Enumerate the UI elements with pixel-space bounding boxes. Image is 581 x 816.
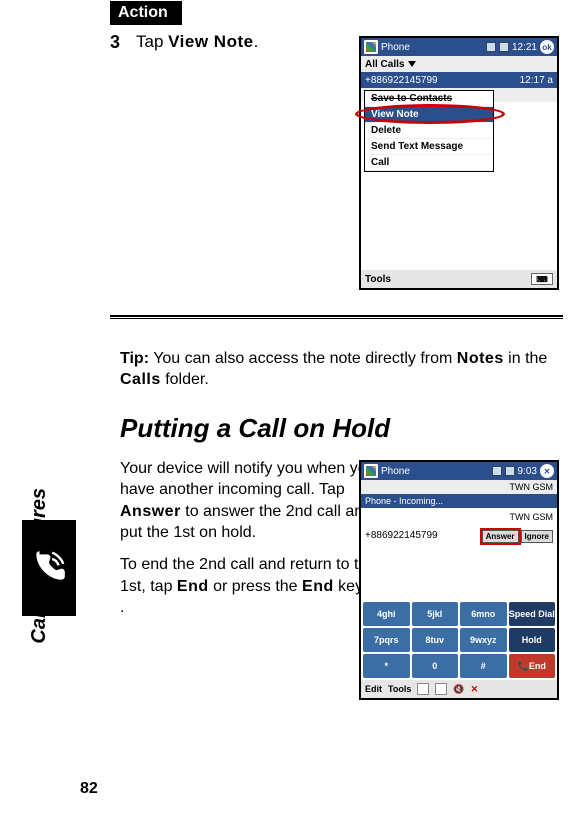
clock: 12:21 <box>512 42 537 53</box>
key-0[interactable]: 0 <box>412 654 459 678</box>
carrier-row-2: TWN GSM <box>361 508 557 526</box>
screen2-footer: Edit Tools 🔇 ✕ <box>361 680 557 698</box>
hold-p1a: Your device will notify you when you hav… <box>120 460 376 499</box>
system-tray: 12:21 ok <box>486 40 554 54</box>
key-5[interactable]: 5jkl <box>412 602 459 626</box>
key-6[interactable]: 6mno <box>460 602 507 626</box>
hold-p2f: . <box>120 599 124 616</box>
ignore-button[interactable]: Ignore <box>521 530 553 543</box>
keyboard-icon[interactable]: ⌨ <box>531 273 553 285</box>
signal-icon-2 <box>492 466 502 476</box>
step-text: Tap View Note. <box>136 32 258 52</box>
carrier-row: TWN GSM <box>361 480 557 494</box>
section-divider <box>110 315 563 319</box>
speaker-icon <box>499 42 509 52</box>
tip-t1: You can also access the note directly fr… <box>149 350 457 367</box>
hold-answer: Answer <box>120 503 181 520</box>
footer-icon-2[interactable] <box>435 683 447 695</box>
manual-page: Action 3 Tap View Note. Phone 12:21 ok A… <box>0 0 581 816</box>
clock-2: 9:03 <box>518 466 537 477</box>
key-8[interactable]: 8tuv <box>412 628 459 652</box>
device-screenshot-1: Phone 12:21 ok All Calls +886922145799 1… <box>359 36 559 290</box>
key-7[interactable]: 7pqrs <box>363 628 410 652</box>
key-4[interactable]: 4ghi <box>363 602 410 626</box>
hold-end2: End <box>302 578 334 595</box>
keypad: 4ghi 5jkl 6mno Speed Dial 7pqrs 8tuv 9wx… <box>361 600 557 680</box>
action-header: Action <box>110 1 182 25</box>
start-icon[interactable] <box>364 40 378 54</box>
tip-calls: Calls <box>120 371 161 388</box>
incoming-banner: Phone - Incoming... <box>361 494 557 508</box>
action-header-row: Action <box>110 0 563 26</box>
tip-label: Tip: <box>120 350 149 367</box>
speaker-icon-2 <box>505 466 515 476</box>
menu-save-contacts[interactable]: Save to Contacts <box>365 91 493 107</box>
incoming-number: +886922145799 <box>365 530 438 541</box>
incoming-number-row: +886922145799 Answer Ignore <box>361 526 557 573</box>
hold-text: Your device will notify you when you hav… <box>120 458 390 619</box>
footer-icon-1[interactable] <box>417 683 429 695</box>
call-time: 12:17 a <box>520 75 553 86</box>
key-end-label: End <box>529 661 546 671</box>
step-number: 3 <box>110 32 136 53</box>
footer-close-icon[interactable]: ✕ <box>471 684 479 695</box>
menu-call[interactable]: Call <box>365 155 493 171</box>
tip-t3: folder. <box>161 371 209 388</box>
step-text-pre: Tap <box>136 32 168 51</box>
dropdown-icon <box>408 61 416 67</box>
call-number: +886922145799 <box>365 75 438 86</box>
carrier-label: TWN GSM <box>510 482 554 492</box>
app-title: Phone <box>381 42 410 53</box>
key-end[interactable]: 📞 End <box>509 654 556 678</box>
signal-icon <box>486 42 496 52</box>
menu-send-text[interactable]: Send Text Message <box>365 139 493 155</box>
titlebar: Phone 12:21 ok <box>361 38 557 56</box>
answer-ignore-group: Answer Ignore <box>482 530 553 543</box>
start-icon-2[interactable] <box>364 464 378 478</box>
hold-p1: Your device will notify you when you hav… <box>120 458 390 544</box>
tip-notes: Notes <box>457 350 504 367</box>
context-menu: Save to Contacts View Note Delete Send T… <box>364 90 494 172</box>
carrier-label-2: TWN GSM <box>510 512 554 522</box>
system-tray-2: 9:03 ✕ <box>492 464 554 478</box>
footer-edit[interactable]: Edit <box>365 684 382 694</box>
close-button-2[interactable]: ✕ <box>540 464 554 478</box>
filter-row[interactable]: All Calls <box>361 56 557 72</box>
answer-button[interactable]: Answer <box>482 530 519 543</box>
key-hash[interactable]: # <box>460 654 507 678</box>
hold-p2: To end the 2nd call and return to the 1s… <box>120 554 390 619</box>
titlebar-2: Phone 9:03 ✕ <box>361 462 557 480</box>
tip-paragraph: Tip: You can also access the note direct… <box>120 349 563 391</box>
filter-label: All Calls <box>365 59 404 70</box>
page-number: 82 <box>80 780 98 798</box>
step-text-post: . <box>254 32 259 51</box>
footer-mute-icon[interactable]: 🔇 <box>453 684 464 695</box>
phone-icon <box>30 548 68 586</box>
footer-tools[interactable]: Tools <box>365 274 391 285</box>
key-9[interactable]: 9wxyz <box>460 628 507 652</box>
menu-view-note[interactable]: View Note <box>365 107 493 123</box>
section-heading: Putting a Call on Hold <box>120 413 563 444</box>
hold-p2c: or press the <box>209 578 302 595</box>
step-bold: View Note <box>168 32 253 51</box>
menu-delete[interactable]: Delete <box>365 123 493 139</box>
key-speed-dial[interactable]: Speed Dial <box>509 602 556 626</box>
ok-button[interactable]: ok <box>540 40 554 54</box>
app-title-2: Phone <box>381 466 410 477</box>
key-hold[interactable]: Hold <box>509 628 556 652</box>
screen2-body: TWN GSM Phone - Incoming... TWN GSM +886… <box>361 480 557 680</box>
screen-footer: Tools ⌨ <box>361 270 557 288</box>
footer-tools-2[interactable]: Tools <box>388 684 411 694</box>
call-entry[interactable]: +886922145799 12:17 a <box>361 72 557 88</box>
hold-end1: End <box>177 578 209 595</box>
tip-t2: in the <box>504 350 548 367</box>
key-star[interactable]: * <box>363 654 410 678</box>
device-screenshot-2: Phone 9:03 ✕ TWN GSM Phone - Incoming...… <box>359 460 559 700</box>
